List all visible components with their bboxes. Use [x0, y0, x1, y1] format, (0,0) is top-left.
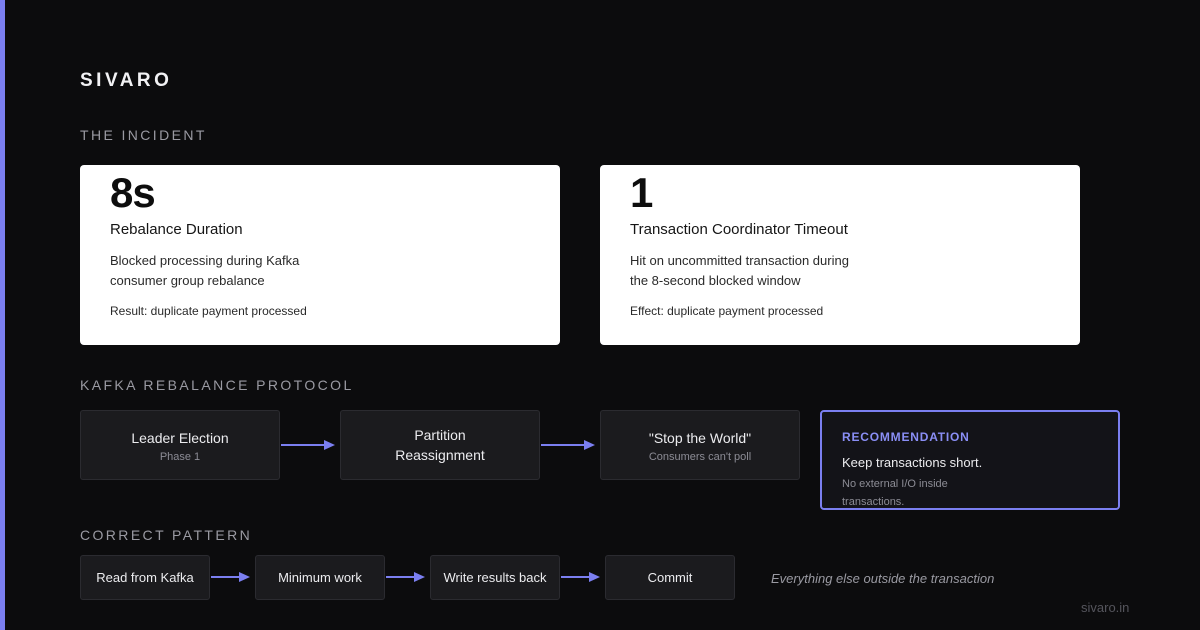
arrow-write-to-commit	[561, 572, 600, 582]
arrow-partition-to-stop	[541, 440, 595, 450]
arrow-read-to-work	[211, 572, 250, 582]
arrow-leader-to-partition	[281, 440, 335, 450]
flow-arrows	[211, 440, 600, 582]
arrow-work-to-write	[386, 572, 425, 582]
